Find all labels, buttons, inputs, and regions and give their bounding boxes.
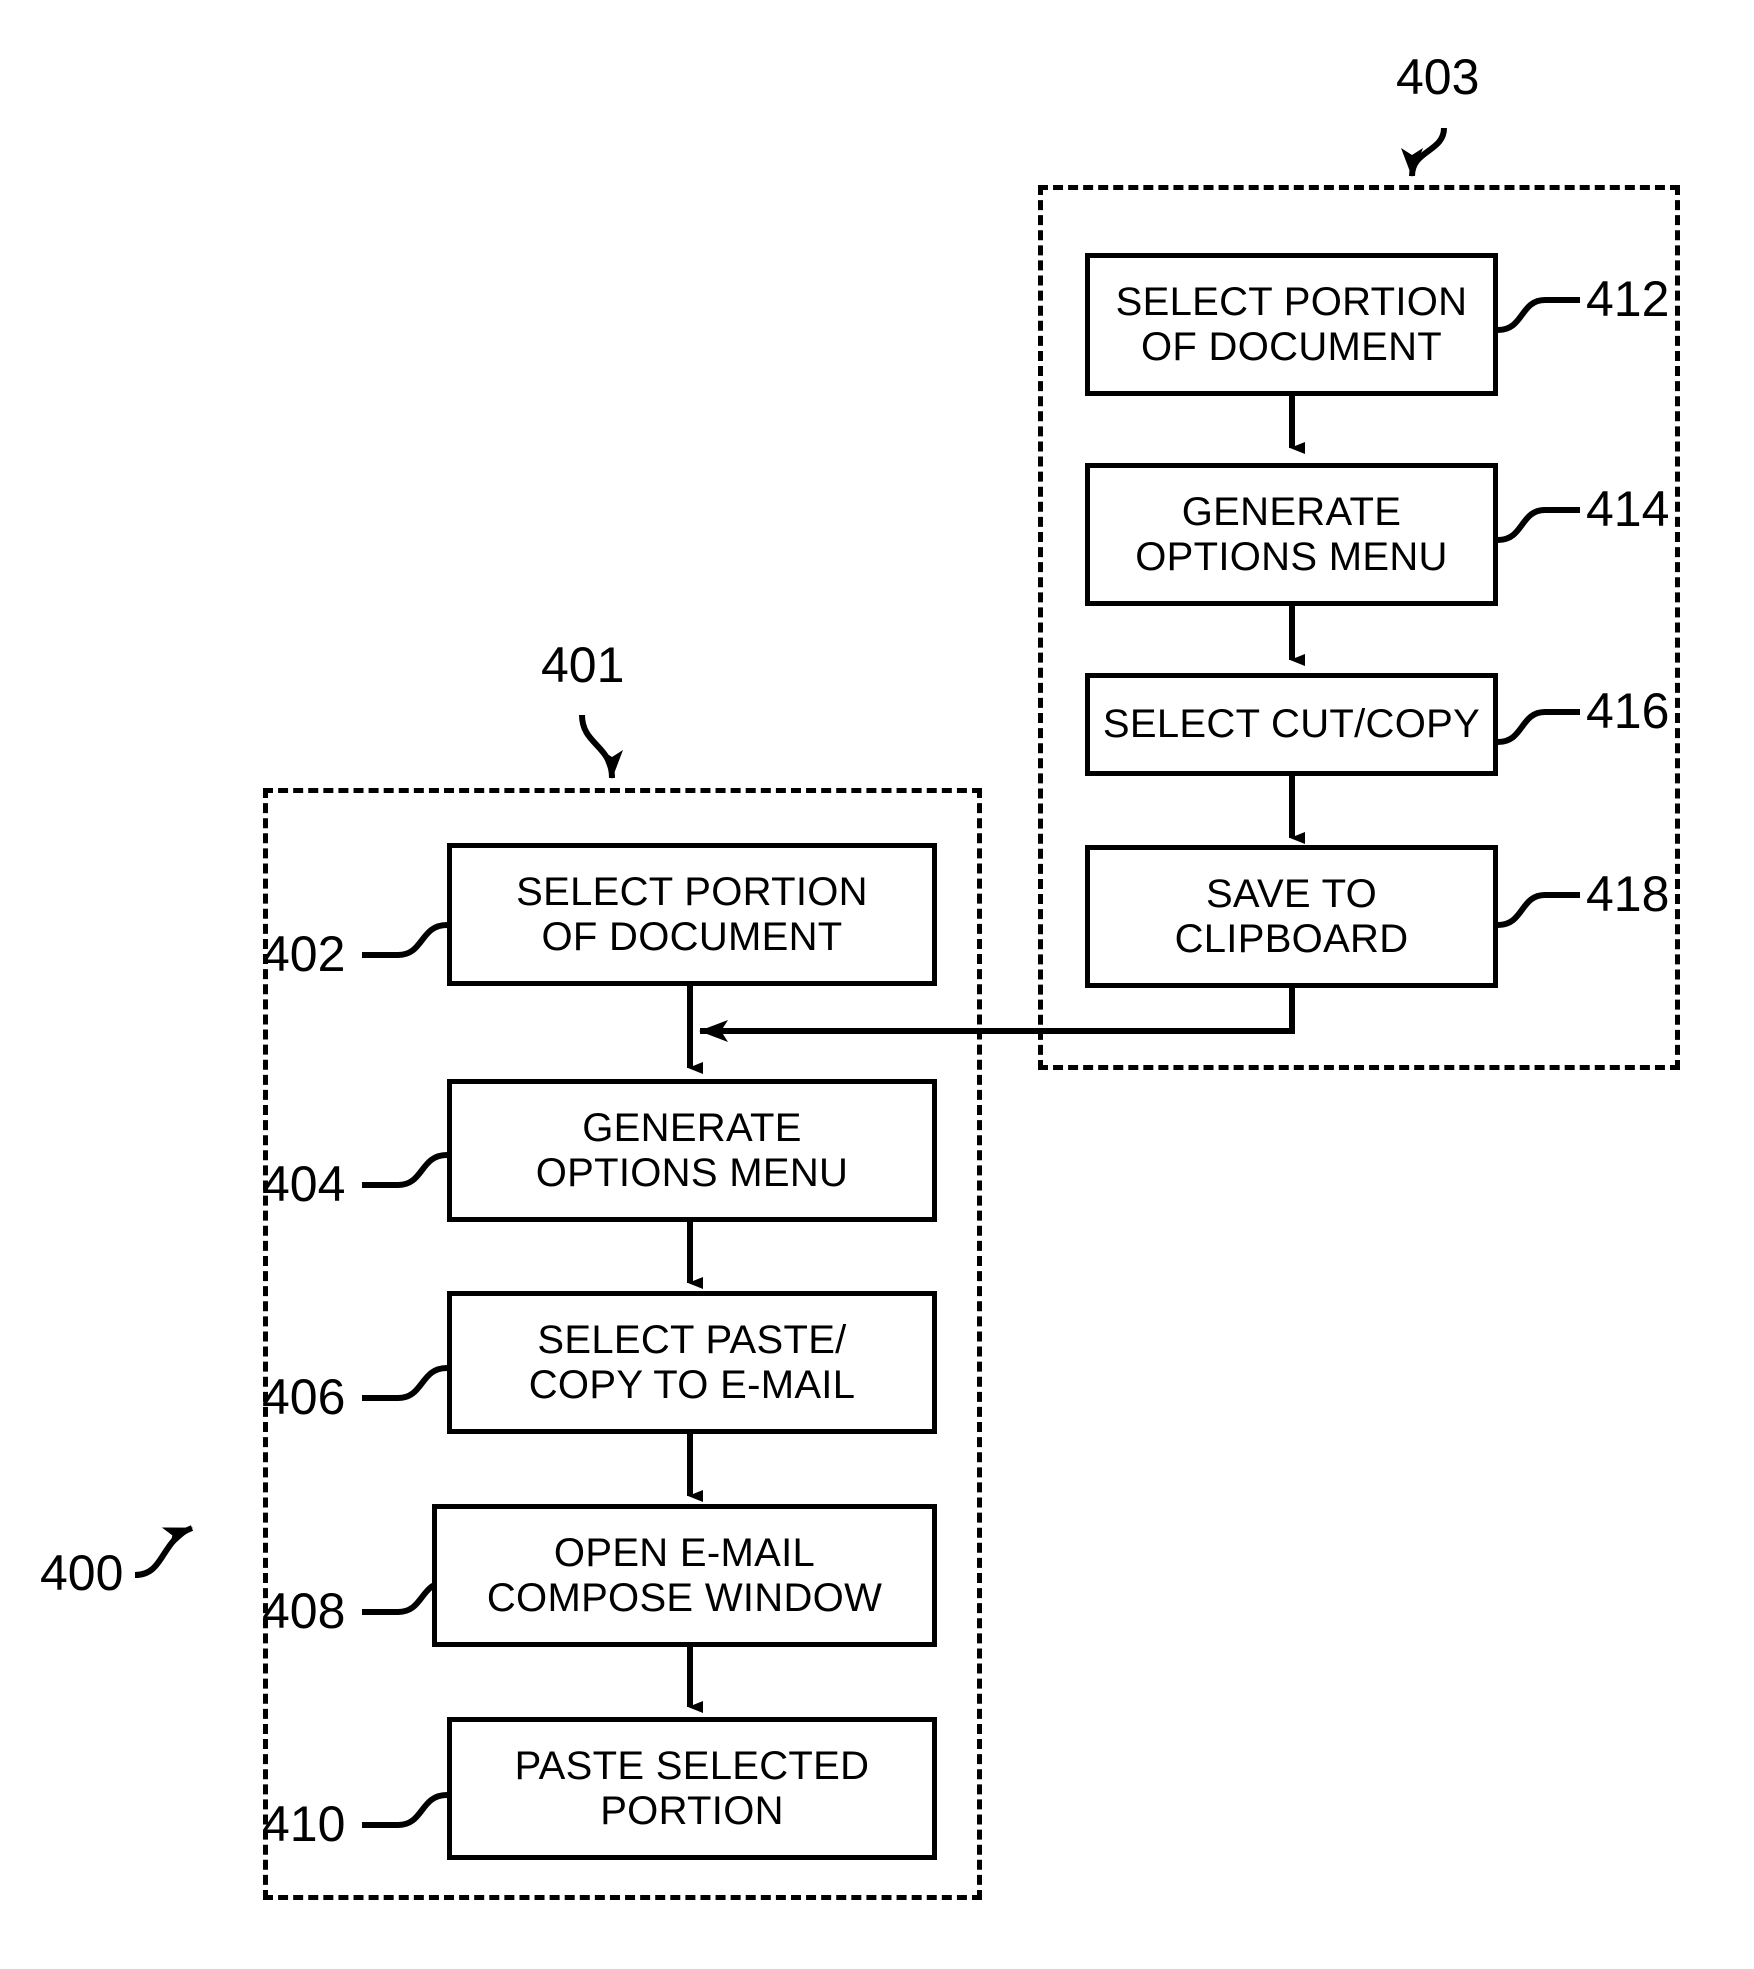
process-box-418-line-2: CLIPBOARD <box>1174 916 1409 961</box>
ref-label-418: 418 <box>1586 866 1670 922</box>
ref-label-403: 403 <box>1396 49 1480 105</box>
process-box-414[interactable]: GENERATE OPTIONS MENU <box>1085 463 1498 606</box>
ref-label-402: 402 <box>262 926 346 982</box>
process-box-414-line-2: OPTIONS MENU <box>1135 534 1448 579</box>
leader-line-418 <box>1497 892 1580 928</box>
ref-label-410: 410 <box>262 1796 346 1852</box>
process-box-406[interactable]: SELECT PASTE/ COPY TO E-MAIL <box>447 1291 937 1434</box>
process-box-410-line-1: PASTE SELECTED <box>514 1743 870 1788</box>
process-box-406-line-2: COPY TO E-MAIL <box>528 1362 856 1407</box>
process-box-408-line-2: COMPOSE WINDOW <box>486 1575 883 1620</box>
process-box-406-line-1: SELECT PASTE/ <box>537 1317 847 1362</box>
process-box-416-line-1: SELECT CUT/COPY <box>1102 702 1481 747</box>
process-box-410-line-2: PORTION <box>600 1788 784 1833</box>
leader-line-402 <box>362 922 448 958</box>
connector-418-to-404 <box>699 988 1295 1042</box>
ref-label-400: 400 <box>40 1545 124 1601</box>
ref-label-401: 401 <box>541 637 625 693</box>
leader-line-410 <box>362 1792 448 1828</box>
process-box-414-line-1: GENERATE <box>1181 489 1402 534</box>
process-box-412[interactable]: SELECT PORTION OF DOCUMENT <box>1085 253 1498 396</box>
process-box-410[interactable]: PASTE SELECTED PORTION <box>447 1717 937 1860</box>
process-box-412-line-2: OF DOCUMENT <box>1140 324 1443 369</box>
pointer-arrow-403 <box>1401 127 1447 177</box>
ref-label-416: 416 <box>1586 683 1670 739</box>
leader-line-412 <box>1497 297 1580 333</box>
ref-label-406: 406 <box>262 1369 346 1425</box>
ref-label-412: 412 <box>1586 271 1670 327</box>
leader-line-406 <box>362 1365 448 1401</box>
leader-line-404 <box>362 1152 448 1188</box>
process-box-402-line-1: SELECT PORTION <box>516 869 868 914</box>
ref-label-408: 408 <box>262 1583 346 1639</box>
process-box-404-line-2: OPTIONS MENU <box>535 1150 849 1195</box>
process-box-416[interactable]: SELECT CUT/COPY <box>1085 673 1498 776</box>
ref-label-404: 404 <box>262 1156 346 1212</box>
process-box-404[interactable]: GENERATE OPTIONS MENU <box>447 1079 937 1222</box>
leader-line-414 <box>1497 507 1580 543</box>
process-box-402-line-2: OF DOCUMENT <box>541 914 843 959</box>
leader-line-416 <box>1497 709 1580 745</box>
process-box-408-line-1: OPEN E-MAIL <box>553 1530 816 1575</box>
pointer-arrow-401 <box>579 714 623 779</box>
ref-label-414: 414 <box>1586 481 1670 537</box>
process-box-418-line-1: SAVE TO <box>1205 871 1378 916</box>
process-box-418[interactable]: SAVE TO CLIPBOARD <box>1085 845 1498 988</box>
figure-canvas: SELECT PORTION OF DOCUMENT GENERATE OPTI… <box>0 0 1754 1969</box>
process-box-408[interactable]: OPEN E-MAIL COMPOSE WINDOW <box>432 1504 937 1647</box>
pointer-arrow-400 <box>134 1525 194 1578</box>
process-box-412-line-1: SELECT PORTION <box>1115 279 1468 324</box>
process-box-404-line-1: GENERATE <box>582 1105 802 1150</box>
process-box-402[interactable]: SELECT PORTION OF DOCUMENT <box>447 843 937 986</box>
